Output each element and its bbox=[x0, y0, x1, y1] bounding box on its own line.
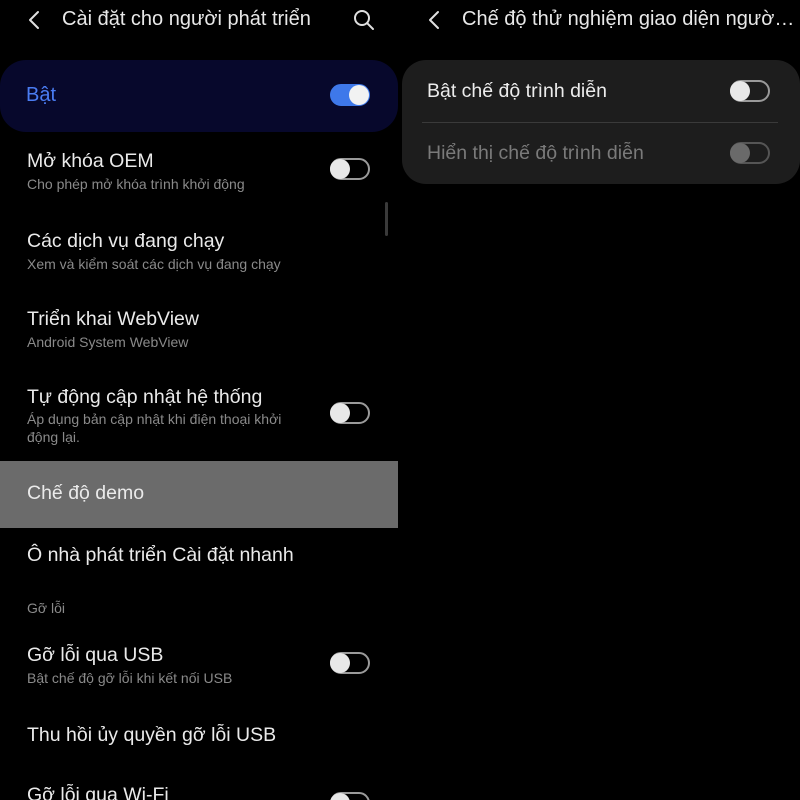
setting-oem-unlock[interactable]: Mở khóa OEM Cho phép mở khóa trình khởi … bbox=[0, 140, 398, 202]
search-icon[interactable] bbox=[352, 8, 376, 32]
setting-title: Ô nhà phát triển Cài đặt nhanh bbox=[27, 544, 294, 566]
developer-options-header: Cài đặt cho người phát triển bbox=[0, 0, 398, 42]
setting-subtitle: Cho phép mở khóa trình khởi động bbox=[27, 176, 245, 192]
toggle-knob bbox=[349, 85, 369, 105]
demo-mode-header: Chế độ thử nghiệm giao diện người dùng h… bbox=[402, 0, 800, 42]
back-icon[interactable] bbox=[24, 9, 46, 31]
developer-options-pane: Cài đặt cho người phát triển Bật Mở khóa… bbox=[0, 0, 398, 800]
demo-mode-settings-card: Bật chế độ trình diễn Hiển thị chế độ tr… bbox=[402, 60, 800, 184]
toggle-knob bbox=[330, 793, 350, 800]
setting-title: Hiển thị chế độ trình diễn bbox=[427, 142, 644, 164]
oem-unlock-toggle[interactable] bbox=[330, 158, 370, 180]
setting-webview-implementation[interactable]: Triển khai WebView Android System WebVie… bbox=[0, 298, 398, 360]
setting-subtitle: Bật chế độ gỡ lỗi khi kết nối USB bbox=[27, 670, 233, 686]
setting-title: Bật chế độ trình diễn bbox=[427, 80, 607, 102]
demo-mode-pane: Chế độ thử nghiệm giao diện người dùng h… bbox=[402, 0, 800, 800]
setting-demo-mode[interactable]: Chế độ demo bbox=[0, 461, 398, 528]
setting-wifi-debugging[interactable]: Gỡ lỗi qua Wi-Fi bbox=[0, 774, 398, 800]
master-toggle-label: Bật bbox=[26, 84, 57, 106]
setting-subtitle: Xem và kiểm soát các dịch vụ đang chạy bbox=[27, 256, 281, 272]
setting-title: Tự động cập nhật hệ thống bbox=[27, 386, 263, 408]
master-toggle-switch[interactable] bbox=[330, 84, 370, 106]
screen: Cài đặt cho người phát triển Bật Mở khóa… bbox=[0, 0, 800, 800]
wifi-debugging-toggle[interactable] bbox=[330, 792, 370, 800]
setting-subtitle: Android System WebView bbox=[27, 334, 189, 350]
show-demo-mode-toggle bbox=[730, 142, 770, 164]
setting-enable-demo-mode[interactable]: Bật chế độ trình diễn bbox=[402, 60, 800, 122]
setting-revoke-usb-auth[interactable]: Thu hồi ủy quyền gỡ lỗi USB bbox=[0, 714, 398, 758]
back-icon[interactable] bbox=[424, 9, 446, 31]
toggle-knob bbox=[730, 143, 750, 163]
setting-title: Chế độ demo bbox=[27, 482, 145, 504]
section-header-debugging: Gỡ lỗi bbox=[27, 600, 65, 616]
toggle-knob bbox=[730, 81, 750, 101]
page-title: Chế độ thử nghiệm giao diện người dùng h… bbox=[462, 8, 796, 30]
setting-title: Triển khai WebView bbox=[27, 308, 199, 330]
usb-debugging-toggle[interactable] bbox=[330, 652, 370, 674]
setting-title: Mở khóa OEM bbox=[27, 150, 154, 172]
toggle-knob bbox=[330, 403, 350, 423]
setting-title: Thu hồi ủy quyền gỡ lỗi USB bbox=[27, 724, 277, 746]
setting-title: Gỡ lỗi qua USB bbox=[27, 644, 164, 666]
page-title: Cài đặt cho người phát triển bbox=[62, 8, 311, 30]
setting-quick-settings-tiles[interactable]: Ô nhà phát triển Cài đặt nhanh bbox=[0, 534, 398, 578]
toggle-knob bbox=[330, 159, 350, 179]
enable-demo-mode-toggle[interactable] bbox=[730, 80, 770, 102]
setting-title: Gỡ lỗi qua Wi-Fi bbox=[27, 784, 169, 800]
setting-title: Các dịch vụ đang chạy bbox=[27, 230, 225, 252]
master-toggle-card[interactable]: Bật bbox=[0, 60, 398, 132]
toggle-knob bbox=[330, 653, 350, 673]
setting-auto-system-update[interactable]: Tự động cập nhật hệ thống Áp dụng bản cậ… bbox=[0, 376, 398, 456]
setting-subtitle: Áp dụng bản cập nhật khi điện thoại khởi… bbox=[27, 411, 282, 445]
setting-show-demo-mode: Hiển thị chế độ trình diễn bbox=[402, 122, 800, 184]
auto-update-toggle[interactable] bbox=[330, 402, 370, 424]
setting-running-services[interactable]: Các dịch vụ đang chạy Xem và kiểm soát c… bbox=[0, 220, 398, 282]
setting-usb-debugging[interactable]: Gỡ lỗi qua USB Bật chế độ gỡ lỗi khi kết… bbox=[0, 634, 398, 696]
